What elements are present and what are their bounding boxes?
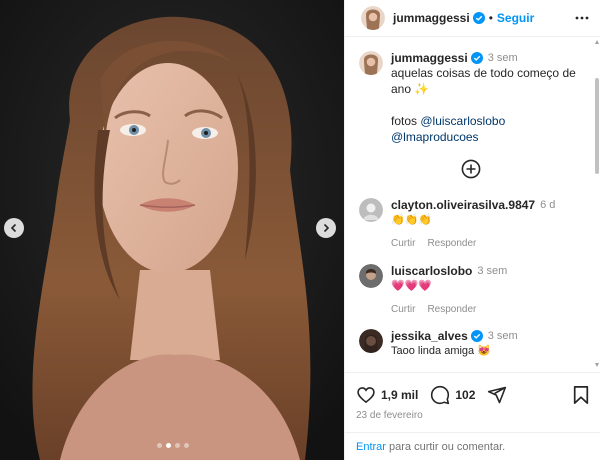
carousel-dot [157,443,162,448]
bookmark-icon [573,386,589,404]
post-header: jummaggessi • Seguir [345,0,600,37]
more-horizontal-icon [575,16,589,20]
comment-reply-button[interactable]: Responder [427,304,476,315]
comment-reply-button[interactable]: Responder [427,238,476,249]
comment-item: clayton.oliveirasilva.9847 6 d 👏👏👏 Curtir… [359,198,591,249]
share-button[interactable] [487,385,507,405]
plus-circle-icon [461,159,481,179]
post-date: 23 de fevereiro [356,410,423,421]
verified-badge-icon [470,330,483,342]
save-button[interactable] [572,385,590,405]
likes-count[interactable]: 1,9 mil [381,388,418,402]
caption-mention-producer[interactable]: @lmaproducoes [391,130,479,144]
caption-photos-prefix: fotos [391,114,418,128]
caption-text: aquelas coisas de todo começo de ano ✨ [391,66,576,96]
comment-text: 👏👏👏 [391,214,433,226]
more-options-button[interactable] [574,10,590,26]
carousel-dot-active [166,443,171,448]
caption-avatar[interactable] [359,51,383,75]
comment-bubble-icon [431,385,450,405]
caption-username[interactable]: jummaggessi [391,51,468,65]
portrait-photo [0,0,344,460]
comments-scroll-area[interactable]: jummaggessi 3 sem aquelas coisas de todo… [345,37,600,370]
verified-badge-icon [470,52,483,64]
chevron-left-icon [10,223,17,233]
scroll-down-arrow-icon[interactable] [595,363,599,367]
carousel-dot [175,443,180,448]
like-button[interactable] [356,385,376,405]
author-username[interactable]: jummaggessi [393,11,470,25]
carousel-indicator [157,443,189,448]
comment-button[interactable] [430,385,450,405]
comment-like-button[interactable]: Curtir [391,238,415,249]
chevron-right-icon [323,223,330,233]
comment-username[interactable]: jessika_alves [391,329,468,343]
post-caption: jummaggessi 3 sem aquelas coisas de todo… [359,51,591,145]
paper-plane-icon [488,386,507,404]
carousel-prev-button[interactable] [4,218,24,238]
login-link[interactable]: Entrar [356,441,386,453]
comment-time: 3 sem [477,265,508,277]
scroll-thumb[interactable] [595,78,599,174]
caption-mention-photographer[interactable]: @luiscarloslobo [420,114,505,128]
heart-icon [357,387,375,404]
load-more-comments-button[interactable] [461,159,481,182]
comment-username[interactable]: luiscarloslobo [391,264,472,278]
comment-text: 💗💗💗 [391,280,433,292]
author-avatar[interactable] [361,6,385,30]
caption-time: 3 sem [487,52,518,64]
comment-item: luiscarloslobo 3 sem 💗💗💗 Curtir Responder [359,264,591,315]
post-actions-bar: 1,9 mil 102 23 de fevereiro [344,372,600,432]
comment-item: jessika_alves 3 sem Taoo linda amiga 😻 [359,329,591,359]
login-prompt-text: para curtir ou comentar. [385,440,506,453]
comment-avatar[interactable] [359,329,383,353]
post-media [0,0,344,460]
comments-count[interactable]: 102 [455,388,475,402]
carousel-dot [184,443,189,448]
follow-button[interactable]: Seguir [497,11,534,25]
comment-text: Taoo linda amiga 😻 [391,345,491,357]
comment-time: 3 sem [487,330,518,342]
header-separator: • [488,11,493,25]
carousel-next-button[interactable] [316,218,336,238]
comment-username[interactable]: clayton.oliveirasilva.9847 [391,198,535,212]
scroll-up-arrow-icon[interactable] [595,40,599,44]
comment-like-button[interactable]: Curtir [391,304,415,315]
login-to-comment-bar: Entrar para curtir ou comentar. [344,432,600,460]
verified-badge-icon [472,12,485,24]
comment-time: 6 d [540,199,556,211]
comment-avatar[interactable] [359,264,383,288]
comment-avatar[interactable] [359,198,383,222]
